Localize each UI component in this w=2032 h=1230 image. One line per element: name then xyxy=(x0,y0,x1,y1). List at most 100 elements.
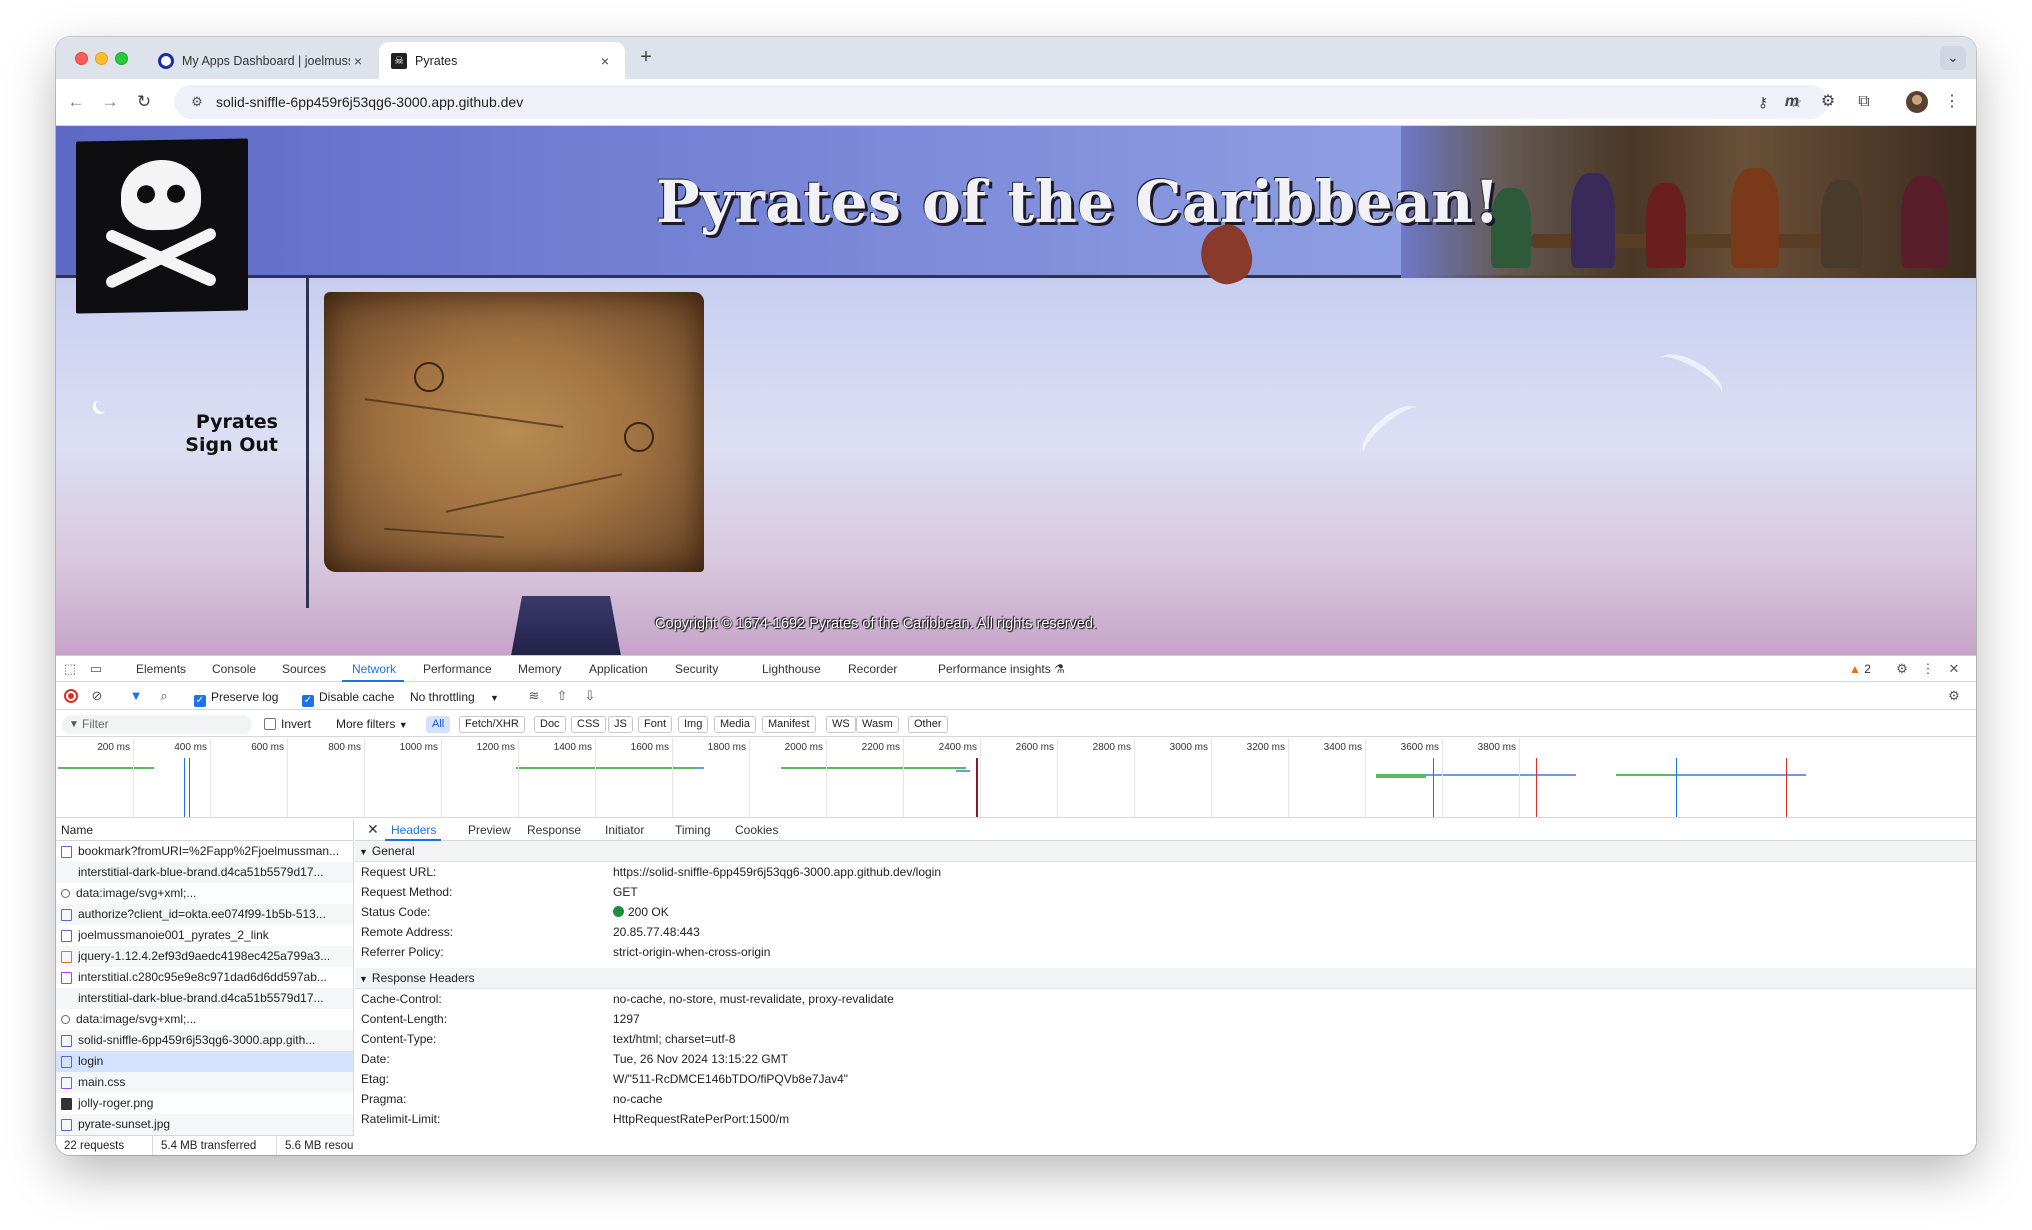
devtools-tab-sources[interactable]: Sources xyxy=(282,662,326,676)
back-button[interactable]: ← xyxy=(64,90,88,114)
devtools-tab-lighthouse[interactable]: Lighthouse xyxy=(762,662,821,676)
request-row[interactable]: login xyxy=(56,1051,353,1072)
details-tab-headers[interactable]: Headers xyxy=(391,823,436,837)
extension-m-icon[interactable]: m xyxy=(1780,90,1804,114)
site-info-icon[interactable]: ⚙ xyxy=(188,93,206,111)
throttling-select[interactable]: No throttling ▼ xyxy=(410,690,499,704)
header-value[interactable]: 1297 xyxy=(613,1009,640,1029)
type-filter-img[interactable]: Img xyxy=(678,716,709,733)
type-filter-manifest[interactable]: Manifest xyxy=(762,716,816,733)
close-devtools-icon[interactable]: ✕ xyxy=(1946,661,1962,677)
type-filter-other[interactable]: Other xyxy=(908,716,948,733)
device-toolbar-icon[interactable]: ▭ xyxy=(88,661,104,677)
request-row[interactable]: jquery-1.12.4.2ef93d9aedc4198ec425a799a3… xyxy=(56,946,353,967)
devtools-tab-network[interactable]: Network xyxy=(352,662,396,676)
type-filter-js[interactable]: JS xyxy=(608,716,633,733)
preserve-log-checkbox[interactable]: ✓ Preserve log xyxy=(194,690,278,707)
more-filters-dropdown[interactable]: More filters ▼ xyxy=(336,717,408,731)
zoom-window-button[interactable] xyxy=(115,52,128,65)
more-options-icon[interactable]: ⋮ xyxy=(1920,661,1936,677)
address-bar[interactable]: ⚙ solid-sniffle-6pp459r6j53qg6-3000.app.… xyxy=(174,85,1828,119)
filter-input[interactable]: ▼ Filter xyxy=(62,715,252,734)
request-row[interactable]: jolly-roger.png xyxy=(56,1093,353,1114)
browser-menu-icon[interactable]: ⋮ xyxy=(1940,90,1964,114)
header-value[interactable]: no-cache, no-store, must-revalidate, pro… xyxy=(613,989,894,1009)
request-row[interactable]: joelmussmanoie001_pyrates_2_link xyxy=(56,925,353,946)
devtools-tab-elements[interactable]: Elements xyxy=(136,662,186,676)
warnings-badge[interactable]: ▲ 2 xyxy=(1849,662,1871,676)
nav-link-sign-out[interactable]: Sign Out xyxy=(56,434,278,456)
settings-gear-icon[interactable]: ⚙ xyxy=(1894,661,1910,677)
close-window-button[interactable] xyxy=(75,52,88,65)
request-row[interactable]: data:image/svg+xml;... xyxy=(56,883,353,904)
close-tab-icon[interactable]: × xyxy=(597,53,613,69)
inspect-element-icon[interactable]: ⬚ xyxy=(62,661,78,677)
network-overview-timeline[interactable]: 200 ms 400 ms 600 ms 800 ms 1000 ms 1200 ms 14… xyxy=(56,738,1976,818)
request-row[interactable]: bookmark?fromURI=%2Fapp%2Fjoelmussman... xyxy=(56,841,353,862)
extensions-puzzle-icon[interactable]: ⧉ xyxy=(1852,90,1876,114)
request-row[interactable]: interstitial.c280c95e9e8c971dad6d6dd597a… xyxy=(56,967,353,988)
invert-checkbox[interactable]: Invert xyxy=(264,717,311,731)
header-value[interactable]: HttpRequestRatePerPort:1500/m xyxy=(613,1109,789,1129)
header-value[interactable]: W/"511-RcDMCE146bTDO/fiPQVb8e7Jav4" xyxy=(613,1069,848,1089)
record-icon[interactable] xyxy=(64,689,78,703)
devtools-tab-performance[interactable]: Performance xyxy=(423,662,492,676)
type-filter-ws[interactable]: WS xyxy=(826,716,856,733)
type-filter-media[interactable]: Media xyxy=(714,716,756,733)
devtools-tab-security[interactable]: Security xyxy=(675,662,718,676)
request-row[interactable]: solid-sniffle-6pp459r6j53qg6-3000.app.gi… xyxy=(56,1030,353,1051)
profile-avatar[interactable] xyxy=(1906,91,1928,113)
type-filter-fetch-xhr[interactable]: Fetch/XHR xyxy=(459,716,525,733)
request-row[interactable]: interstitial-dark-blue-brand.d4ca51b5579… xyxy=(56,862,353,883)
password-key-icon[interactable]: ⚷ xyxy=(1754,93,1772,111)
network-conditions-icon[interactable]: ≋ xyxy=(526,688,542,704)
header-value[interactable]: Tue, 26 Nov 2024 13:15:22 GMT xyxy=(613,1049,788,1069)
type-filter-font[interactable]: Font xyxy=(638,716,673,733)
minimize-window-button[interactable] xyxy=(95,52,108,65)
response-headers-section-header[interactable]: ▼ Response Headers xyxy=(355,968,1976,989)
devtools-tab-performance-insights[interactable]: Performance insights ⚗ xyxy=(938,662,1065,676)
type-filter-css[interactable]: CSS xyxy=(571,716,606,733)
export-har-icon[interactable]: ⇩ xyxy=(582,688,598,704)
header-value[interactable]: https://solid-sniffle-6pp459r6j53qg6-300… xyxy=(613,862,941,882)
new-tab-button[interactable]: + xyxy=(634,46,658,69)
header-value[interactable]: no-cache xyxy=(613,1089,662,1109)
type-filter-all[interactable]: All xyxy=(426,716,451,733)
devtools-tab-application[interactable]: Application xyxy=(589,662,648,676)
search-icon[interactable]: ⌕ xyxy=(156,688,172,704)
forward-button[interactable]: → xyxy=(98,90,122,114)
extension-gear-icon[interactable]: ⚙ xyxy=(1816,90,1840,114)
request-row[interactable]: pyrate-sunset.jpg xyxy=(56,1114,353,1135)
clear-icon[interactable]: ⊘ xyxy=(89,688,105,704)
name-column-header[interactable]: Name xyxy=(56,819,353,841)
import-har-icon[interactable]: ⇧ xyxy=(554,688,570,704)
general-section-header[interactable]: ▼ General xyxy=(355,841,1976,862)
details-tab-cookies[interactable]: Cookies xyxy=(735,823,778,837)
close-tab-icon[interactable]: × xyxy=(350,53,366,69)
tab-pyrates[interactable]: ☠ Pyrates × xyxy=(379,42,625,79)
details-tab-initiator[interactable]: Initiator xyxy=(605,823,644,837)
url-text[interactable]: solid-sniffle-6pp459r6j53qg6-3000.app.gi… xyxy=(216,94,523,110)
tab-search-button[interactable]: ⌄ xyxy=(1940,46,1966,70)
type-filter-doc[interactable]: Doc xyxy=(534,716,566,733)
network-settings-icon[interactable]: ⚙ xyxy=(1946,688,1962,704)
devtools-tab-memory[interactable]: Memory xyxy=(518,662,561,676)
close-details-icon[interactable]: ✕ xyxy=(367,821,379,838)
reload-button[interactable]: ↻ xyxy=(132,90,156,114)
devtools-tab-console[interactable]: Console xyxy=(212,662,256,676)
nav-link-pyrates[interactable]: Pyrates xyxy=(56,411,278,433)
type-filter-wasm[interactable]: Wasm xyxy=(856,716,899,733)
filter-funnel-icon[interactable]: ▼ xyxy=(128,688,144,704)
tab-my-apps[interactable]: My Apps Dashboard | joelmuss × xyxy=(146,42,378,79)
request-row[interactable]: data:image/svg+xml;... xyxy=(56,1009,353,1030)
header-value[interactable]: 200 OK xyxy=(613,902,669,922)
header-value[interactable]: strict-origin-when-cross-origin xyxy=(613,942,770,962)
header-value[interactable]: text/html; charset=utf-8 xyxy=(613,1029,735,1049)
request-row[interactable]: main.css xyxy=(56,1072,353,1093)
devtools-tab-recorder[interactable]: Recorder xyxy=(848,662,897,676)
header-value[interactable]: 20.85.77.48:443 xyxy=(613,922,700,942)
request-row[interactable]: authorize?client_id=okta.ee074f99-1b5b-5… xyxy=(56,904,353,925)
details-tab-timing[interactable]: Timing xyxy=(675,823,711,837)
header-value[interactable]: GET xyxy=(613,882,638,902)
details-tab-response[interactable]: Response xyxy=(527,823,581,837)
